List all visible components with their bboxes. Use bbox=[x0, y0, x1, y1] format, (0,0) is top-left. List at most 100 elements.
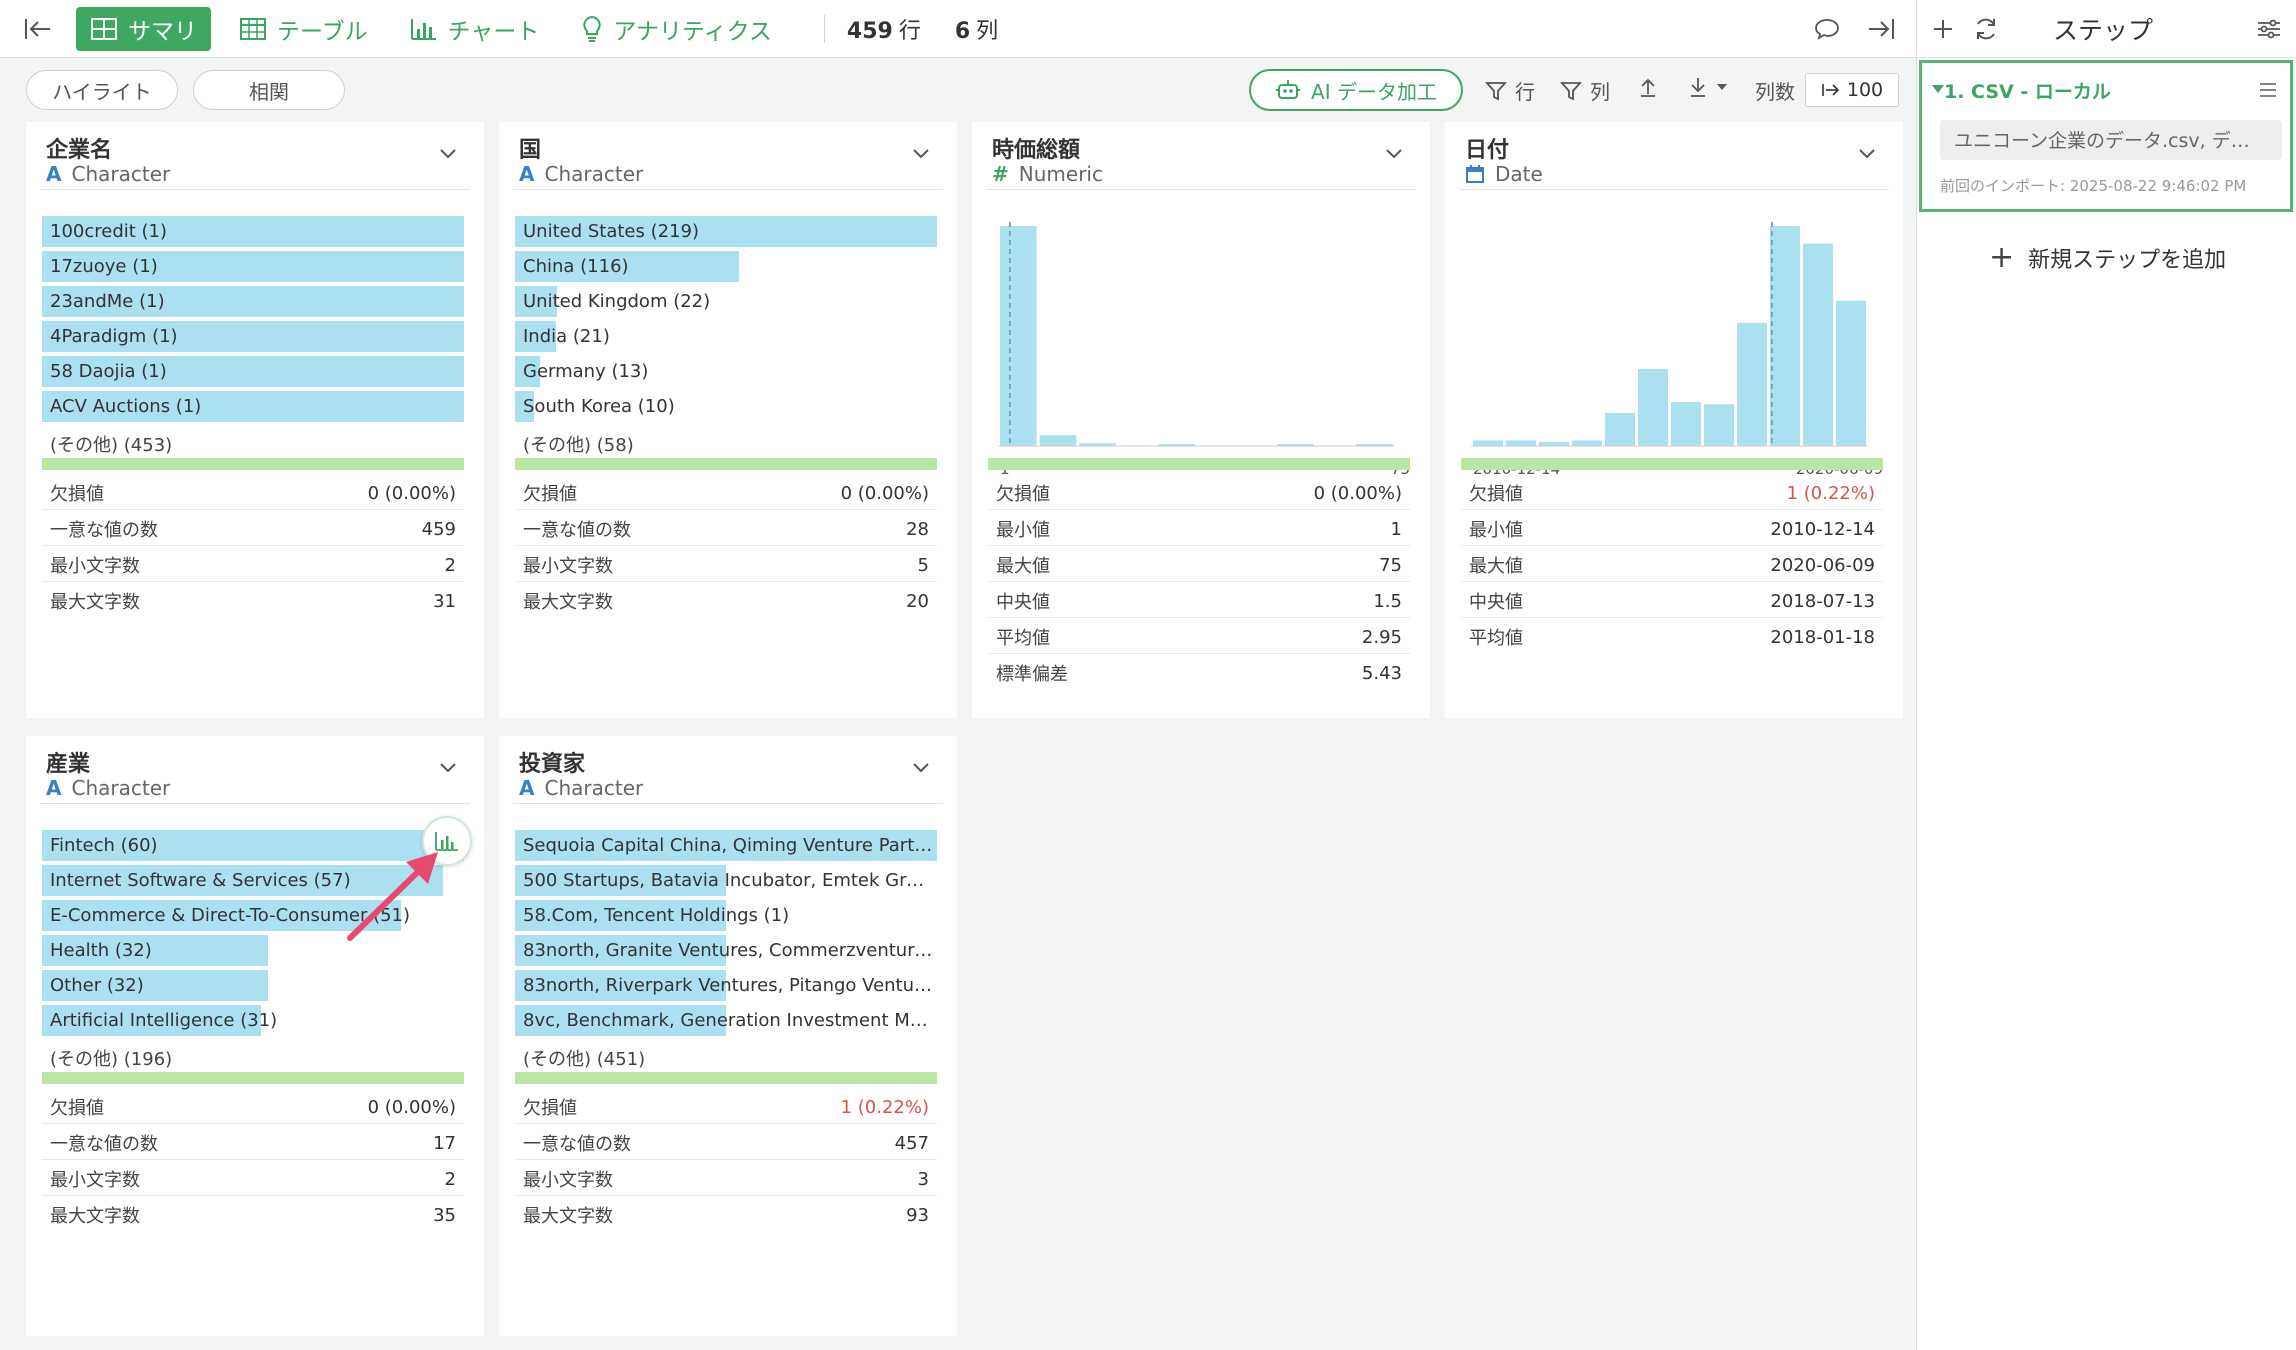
highlight-label: ハイライト bbox=[52, 79, 152, 104]
stat-row: 最大文字数 31 bbox=[42, 582, 464, 618]
step-collapse-caret-icon[interactable] bbox=[1932, 85, 1944, 93]
toolbar-right bbox=[1814, 16, 1916, 42]
top-value-row[interactable]: Germany (13) bbox=[515, 354, 939, 389]
top-value-row[interactable]: 500 Startups, Batavia Incubator, Emtek G… bbox=[515, 863, 939, 898]
value-label: Artificial Intelligence (31) bbox=[50, 1010, 278, 1031]
top-value-row[interactable]: Artificial Intelligence (31) bbox=[42, 1003, 466, 1038]
stat-label: 中央値 bbox=[996, 592, 1050, 613]
top-value-row[interactable]: 23andMe (1) bbox=[42, 284, 466, 319]
column-menu-button[interactable] bbox=[438, 760, 458, 779]
add-step-button[interactable]: + 新規ステップを追加 bbox=[1989, 240, 2226, 275]
plus-icon[interactable] bbox=[1931, 17, 1955, 41]
top-value-row[interactable]: India (21) bbox=[515, 319, 939, 354]
col-count-label: 列 bbox=[976, 18, 999, 44]
stat-value: 75 bbox=[1379, 555, 1402, 576]
top-values-list: Sequoia Capital China, Qiming Venture Pa… bbox=[515, 828, 939, 1073]
stat-label: 欠損値 bbox=[50, 1098, 104, 1119]
value-label: 83north, Riverpark Ventures, Pitango Ven… bbox=[523, 975, 935, 996]
column-menu-button[interactable] bbox=[1857, 146, 1877, 165]
stat-row: 中央値 2018-07-13 bbox=[1461, 582, 1883, 618]
tab-table[interactable]: テーブル bbox=[225, 7, 382, 51]
column-stats: 欠損値 1 (0.22%) 一意な値の数 457 最小文字数 3 最大文字数 93 bbox=[515, 1088, 937, 1232]
table-icon bbox=[240, 17, 266, 40]
collapse-left-button[interactable] bbox=[0, 0, 76, 58]
histogram-chart bbox=[1471, 222, 1867, 447]
stat-value: 2018-07-13 bbox=[1770, 591, 1875, 612]
tab-analytics-label: アナリティクス bbox=[613, 18, 772, 45]
stat-label: 最大文字数 bbox=[50, 1206, 140, 1227]
other-values-row[interactable]: (その他) (451) bbox=[515, 1038, 939, 1073]
settings-sliders-icon[interactable] bbox=[2256, 17, 2282, 41]
collapse-right-icon[interactable] bbox=[1866, 16, 1896, 42]
stat-label: 最小値 bbox=[996, 520, 1050, 541]
comment-icon[interactable] bbox=[1814, 17, 1840, 41]
correlation-button[interactable]: 相関 bbox=[193, 70, 345, 110]
highlight-button[interactable]: ハイライト bbox=[26, 70, 178, 110]
column-type-label: Character bbox=[71, 162, 171, 186]
stat-row: 最小文字数 2 bbox=[42, 1160, 464, 1196]
top-value-row[interactable]: South Korea (10) bbox=[515, 389, 939, 424]
value-label: 83north, Granite Ventures, Commerzventur… bbox=[523, 940, 935, 961]
top-value-row[interactable]: 83north, Granite Ventures, Commerzventur… bbox=[515, 933, 939, 968]
column-menu-button[interactable] bbox=[911, 146, 931, 165]
stat-row: 一意な値の数 457 bbox=[515, 1124, 937, 1160]
value-label: 23andMe (1) bbox=[50, 291, 165, 312]
refresh-icon[interactable] bbox=[1973, 16, 1999, 42]
stat-label: 平均値 bbox=[996, 628, 1050, 649]
stat-row: 最大文字数 35 bbox=[42, 1196, 464, 1232]
stat-row: 標準偏差 5.43 bbox=[988, 654, 1410, 690]
top-value-row[interactable]: ACV Auctions (1) bbox=[42, 389, 466, 424]
top-value-row[interactable]: 83north, Riverpark Ventures, Pitango Ven… bbox=[515, 968, 939, 1003]
column-menu-button[interactable] bbox=[911, 760, 931, 779]
top-value-row[interactable]: China (116) bbox=[515, 249, 939, 284]
histogram-bin bbox=[1572, 440, 1602, 446]
stat-value: 3 bbox=[917, 1169, 929, 1190]
top-value-row[interactable]: 58 Daojia (1) bbox=[42, 354, 466, 389]
row-filter-button[interactable]: 行 bbox=[1485, 76, 1535, 105]
column-type-label: Date bbox=[1495, 162, 1543, 186]
column-menu-button[interactable] bbox=[1384, 146, 1404, 165]
stat-value: 17 bbox=[433, 1133, 456, 1154]
top-value-row[interactable]: United Kingdom (22) bbox=[515, 284, 939, 319]
top-value-row[interactable]: 17zuoye (1) bbox=[42, 249, 466, 284]
top-value-row[interactable]: 58.Com, Tencent Holdings (1) bbox=[515, 898, 939, 933]
top-value-row[interactable]: 8vc, Benchmark, Generation Investment Ma… bbox=[515, 1003, 939, 1038]
column-card-header: 産業 A Character bbox=[40, 736, 470, 804]
top-value-row[interactable]: Other (32) bbox=[42, 968, 466, 1003]
column-card: 日付Date 2010-12-14 2020-06-09 欠損値 1 (0.22%) 最小… bbox=[1445, 122, 1903, 718]
column-filter-button[interactable]: 列 bbox=[1560, 76, 1610, 105]
column-count-input[interactable]: 100 bbox=[1805, 73, 1899, 107]
character-type-icon: A bbox=[519, 162, 535, 186]
value-label: Germany (13) bbox=[523, 361, 649, 382]
step-menu-icon[interactable] bbox=[2258, 81, 2278, 99]
row-col-counts: 459 行 6 列 bbox=[847, 13, 1032, 45]
column-type: A Character bbox=[519, 776, 643, 800]
stat-value: 459 bbox=[421, 519, 456, 540]
stat-label: 一意な値の数 bbox=[50, 520, 158, 541]
tab-chart[interactable]: チャート bbox=[396, 7, 554, 51]
tab-analytics[interactable]: アナリティクス bbox=[567, 7, 785, 51]
other-values-row[interactable]: (その他) (58) bbox=[515, 424, 939, 459]
other-values-row[interactable]: (その他) (196) bbox=[42, 1038, 466, 1073]
ai-data-wrangling-button[interactable]: AI データ加工 bbox=[1249, 69, 1463, 111]
column-name: 産業 bbox=[46, 752, 91, 777]
histogram-bin bbox=[1473, 440, 1503, 446]
other-values-row[interactable]: (その他) (453) bbox=[42, 424, 466, 459]
download-menu-button[interactable] bbox=[1688, 76, 1736, 98]
column-menu-button[interactable] bbox=[438, 146, 458, 165]
top-value-row[interactable]: United States (219) bbox=[515, 214, 939, 249]
top-value-row[interactable]: 100credit (1) bbox=[42, 214, 466, 249]
stat-label: 最小文字数 bbox=[50, 556, 140, 577]
step-card-csv[interactable]: 1. CSV - ローカル ユニコーン企業のデータ.csv, デー… 前回のイン… bbox=[1919, 60, 2293, 212]
stat-value: 31 bbox=[433, 591, 456, 612]
top-value-row[interactable]: 4Paradigm (1) bbox=[42, 319, 466, 354]
sort-ascending-button[interactable] bbox=[1638, 76, 1666, 98]
stat-row: 最小文字数 2 bbox=[42, 546, 464, 582]
top-value-row[interactable]: Sequoia Capital China, Qiming Venture Pa… bbox=[515, 828, 939, 863]
data-quality-bar bbox=[1461, 458, 1883, 470]
step-import-time: 前回のインポート: 2025-08-22 9:46:02 PM bbox=[1940, 177, 2247, 195]
data-quality-bar bbox=[42, 1072, 464, 1084]
row-filter-label: 行 bbox=[1515, 80, 1535, 104]
tab-summary[interactable]: サマリ bbox=[76, 6, 211, 51]
stat-row: 欠損値 0 (0.00%) bbox=[42, 1088, 464, 1124]
